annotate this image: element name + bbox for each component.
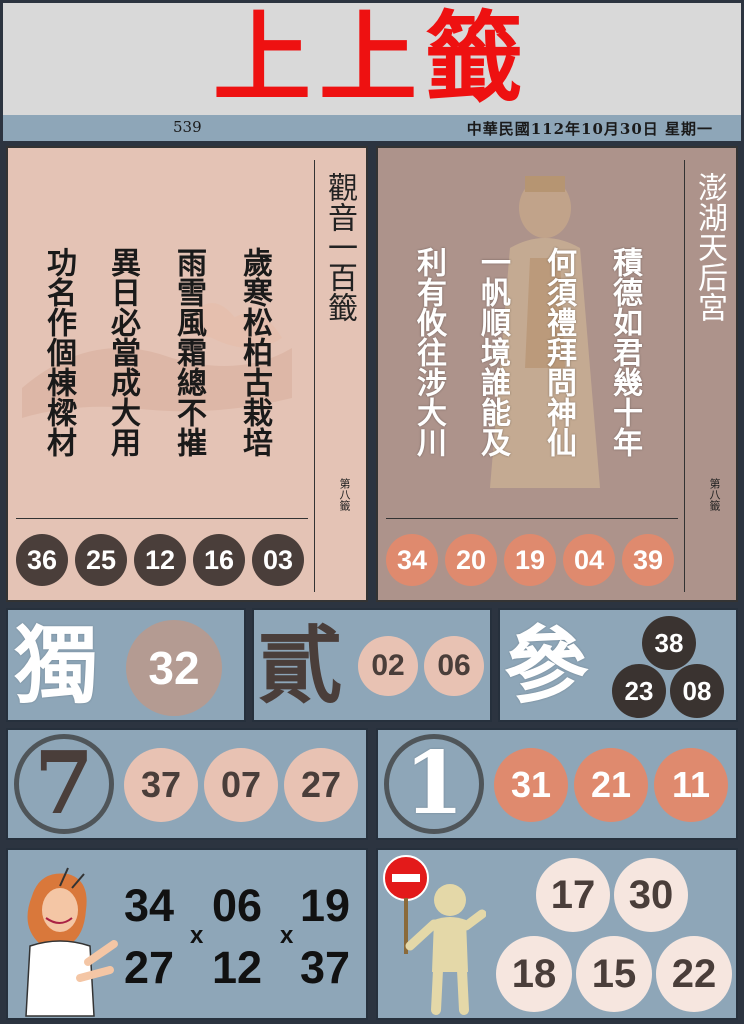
number-ball: 15 <box>576 936 652 1012</box>
poem-column-3: 異日必當成大用 <box>105 247 140 457</box>
number-ball: 27 <box>284 748 358 822</box>
number-ball: 30 <box>614 858 688 932</box>
number-ball: 34 <box>386 534 438 586</box>
divider-line <box>684 160 685 592</box>
poem-column-3: 一帆順境誰能及 <box>475 247 510 457</box>
temple-name: 澎湖天后宮 <box>692 172 727 322</box>
number-ball: 23 <box>612 664 666 718</box>
divider-line <box>386 518 678 519</box>
poem-column-4: 功名作個棟樑材 <box>41 247 76 457</box>
poem-number: 第八籤 <box>708 478 721 511</box>
number-ball: 04 <box>563 534 615 586</box>
poem-column-1: 歲寒松柏古栽培 <box>237 247 272 457</box>
ball-row: 36 25 12 16 03 <box>16 534 304 586</box>
number-ball: 37 <box>124 748 198 822</box>
lottery-type: 539 <box>173 118 202 136</box>
number-ball: 03 <box>252 534 304 586</box>
number-ball: 02 <box>358 636 418 696</box>
poem-number: 第八籤 <box>338 478 351 511</box>
combo-number: 06 <box>212 880 263 931</box>
combo-number: 12 <box>212 942 263 993</box>
tail-one-box: 1 31 21 11 <box>376 728 738 840</box>
info-bar: 539 中華民國112年10月30日 星期一 <box>3 115 741 141</box>
combo-number: 19 <box>300 880 351 931</box>
ball-row: 34 20 19 04 39 <box>386 534 674 586</box>
double-label: 貳 <box>258 616 343 715</box>
number-ball: 38 <box>642 616 696 670</box>
date-text: 中華民國112年10月30日 星期一 <box>466 120 713 138</box>
number-ball: 12 <box>134 534 186 586</box>
poem-column-2: 雨雪風霜總不摧 <box>171 247 206 457</box>
number-ball: 36 <box>16 534 68 586</box>
triple-label: 參 <box>504 616 589 715</box>
avoid-box: 17 30 18 15 22 <box>376 848 738 1020</box>
tail-digit: 7 <box>34 733 94 834</box>
times-sign: x <box>190 922 204 949</box>
number-ball: 25 <box>75 534 127 586</box>
number-ball: 16 <box>193 534 245 586</box>
combo-number: 34 <box>124 880 175 931</box>
poem-column-2: 何須禮拜問神仙 <box>541 247 576 457</box>
number-ball: 11 <box>654 748 728 822</box>
divider-line <box>16 518 308 519</box>
mazu-poem-panel: 積德如君幾十年 何須禮拜問神仙 一帆順境誰能及 利有攸往涉大川 澎湖天后宮 第八… <box>376 146 738 602</box>
number-ball: 07 <box>204 748 278 822</box>
woman-pointing-illustration <box>25 867 118 1017</box>
combo-number: 27 <box>124 942 175 993</box>
number-ball: 19 <box>504 534 556 586</box>
header: 上上籤 <box>3 3 741 115</box>
temple-name: 觀音一百籤 <box>322 172 357 322</box>
number-ball: 17 <box>536 858 610 932</box>
combo-box: 34 06 19 x x 27 12 37 <box>6 848 368 1020</box>
number-ball: 08 <box>670 664 724 718</box>
triple-pick-box: 參 38 23 08 <box>498 608 738 722</box>
divider-line <box>314 160 315 592</box>
tail-digit: 1 <box>404 733 464 834</box>
guanyin-poem-panel: 歲寒松柏古栽培 雨雪風霜總不摧 異日必當成大用 功名作個棟樑材 觀音一百籤 第八… <box>6 146 368 602</box>
number-ball: 06 <box>424 636 484 696</box>
number-ball: 32 <box>126 620 222 716</box>
page-title: 上上籤 <box>212 1 531 116</box>
number-ball: 18 <box>496 936 572 1012</box>
lottery-sheet: 上上籤 539 中華民國112年10月30日 星期一 歲寒松柏古栽培 雨雪風霜總… <box>0 0 744 1024</box>
single-label: 獨 <box>14 616 99 715</box>
poem-column-1: 積德如君幾十年 <box>607 247 642 457</box>
poem-column-4: 利有攸往涉大川 <box>411 247 446 457</box>
double-pick-box: 貳 02 06 <box>252 608 492 722</box>
number-ball: 22 <box>656 936 732 1012</box>
number-ball: 20 <box>445 534 497 586</box>
number-ball: 21 <box>574 748 648 822</box>
times-sign: x <box>280 922 294 949</box>
number-ball: 39 <box>622 534 674 586</box>
combo-number: 37 <box>300 942 351 993</box>
single-pick-box: 獨 32 <box>6 608 246 722</box>
tail-seven-box: 7 37 07 27 <box>6 728 368 840</box>
no-entry-sign-figure <box>383 855 486 1015</box>
number-ball: 31 <box>494 748 568 822</box>
